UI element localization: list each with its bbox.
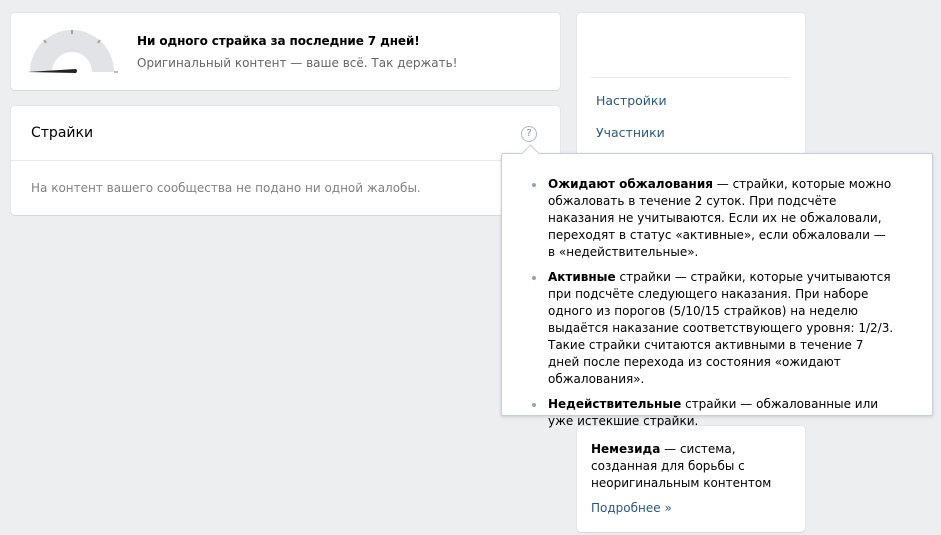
tooltip-list: Ожидают обжалования — страйки, которые м…: [502, 176, 932, 438]
nemesis-description: Немезида — система, созданная для борьбы…: [591, 441, 791, 492]
tooltip-term: Недействительные: [548, 397, 682, 411]
strikes-empty-message: На контент вашего сообщества не подано н…: [31, 181, 421, 195]
menu-divider: [591, 77, 790, 78]
tooltip-item-active: Активные страйки — страйки, которые учит…: [502, 269, 932, 388]
tooltip-term: Ожидают обжалования: [548, 177, 713, 191]
status-card: Ни одного страйка за последние 7 дней! О…: [11, 13, 560, 90]
community-menu: Настройки Участники: [577, 13, 805, 168]
tooltip-item-pending: Ожидают обжалования — страйки, которые м…: [502, 176, 932, 261]
menu-item-members[interactable]: Участники: [596, 125, 665, 140]
strike-gauge-icon: [27, 30, 118, 73]
tooltip-text: страйки — страйки, которые учитываются п…: [548, 270, 894, 386]
nemesis-info-card: Немезида — система, созданная для борьбы…: [577, 426, 805, 532]
strikes-help-tooltip: Ожидают обжалования — страйки, которые м…: [501, 144, 933, 428]
strikes-card: Страйки ? На контент вашего сообщества н…: [11, 106, 560, 215]
nemesis-term: Немезида: [591, 442, 661, 456]
status-title: Ни одного страйка за последние 7 дней!: [137, 34, 420, 48]
strikes-header: Страйки ?: [11, 106, 560, 161]
tooltip-item-invalid: Недействительные страйки — обжалованные …: [502, 396, 932, 430]
tooltip-term: Активные: [548, 270, 616, 284]
strikes-title: Страйки: [31, 125, 94, 141]
help-icon[interactable]: ?: [521, 126, 537, 142]
status-subtitle: Оригинальный контент — ваше всё. Так дер…: [137, 56, 458, 70]
more-info-link[interactable]: Подробнее »: [591, 501, 672, 515]
menu-item-settings[interactable]: Настройки: [596, 93, 667, 108]
